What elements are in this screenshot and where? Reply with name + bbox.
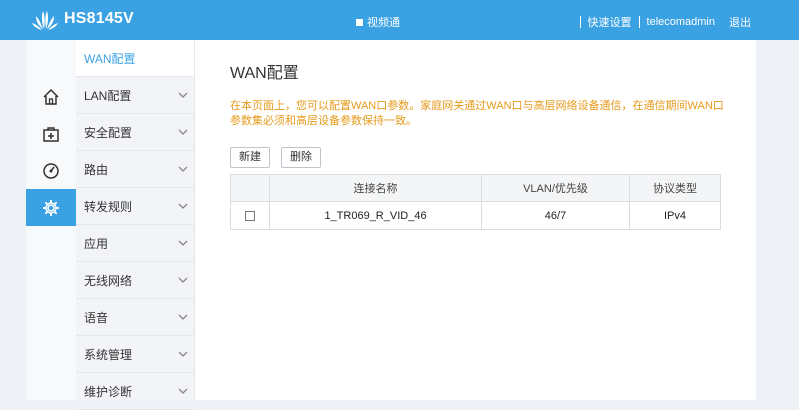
- header-links: 快速设置 telecomadmin 退出: [573, 14, 751, 30]
- nav-diagnose[interactable]: [26, 115, 76, 152]
- first-aid-icon: [43, 126, 59, 142]
- page-title: WAN配置: [230, 65, 299, 82]
- sidebar-item-label: 安全配置: [84, 125, 133, 140]
- select-all-header: [230, 174, 270, 202]
- new-button[interactable]: 新建: [230, 147, 270, 168]
- page-frame: WAN配置 LAN配置 安全配置 路由 转发规则 应用 无线网络 语音 系统管理…: [26, 40, 756, 410]
- row-checkbox[interactable]: [245, 210, 255, 221]
- sidebar-item-label: 转发规则: [84, 199, 133, 214]
- chevron-down-icon: [178, 351, 188, 357]
- nav-advanced-config[interactable]: [26, 189, 84, 226]
- connection-name-cell[interactable]: 1_TR069_R_VID_46: [269, 201, 482, 230]
- protocol-type-cell: IPv4: [629, 201, 721, 230]
- chevron-down-icon: [178, 92, 188, 98]
- chevron-down-icon: [178, 166, 188, 172]
- chevron-down-icon: [178, 388, 188, 394]
- sidebar-item-label: LAN配置: [84, 88, 132, 103]
- gauge-icon: [43, 162, 59, 179]
- sidebar-item-route[interactable]: 路由: [76, 151, 194, 188]
- sidebar-item-label: 维护诊断: [84, 384, 133, 399]
- sidebar-item-label: WAN配置: [84, 51, 136, 66]
- huawei-logo-icon: [32, 11, 58, 30]
- sidebar-item-lan[interactable]: LAN配置: [76, 77, 194, 114]
- sidebar-item-forward-rules[interactable]: 转发规则: [76, 188, 194, 225]
- sidebar-item-label: 语音: [84, 310, 109, 325]
- icon-nav-column: [26, 40, 84, 400]
- device-model-title: HS8145V: [64, 10, 134, 27]
- sidebar-item-wireless[interactable]: 无线网络: [76, 262, 194, 299]
- sidebar-item-system[interactable]: 系统管理: [76, 336, 194, 373]
- delete-button[interactable]: 删除: [281, 147, 321, 168]
- gear-icon: [43, 199, 59, 216]
- chevron-down-icon: [178, 203, 188, 209]
- divider: [638, 16, 640, 28]
- vlan-priority-cell: 46/7: [481, 201, 630, 230]
- square-icon: [356, 19, 363, 26]
- username-label: telecomadmin: [646, 16, 715, 28]
- video-link-label: 视频通: [367, 17, 400, 29]
- sidebar-item-label: 路由: [84, 162, 109, 177]
- column-header-vlan: VLAN/优先级: [481, 174, 630, 202]
- quick-setup-link[interactable]: 快速设置: [588, 14, 632, 30]
- main-content: WAN配置 在本页面上，您可以配置WAN口参数。家庭网关通过WAN口与高层网络设…: [194, 40, 756, 400]
- logout-link[interactable]: 退出: [729, 14, 751, 30]
- divider: [579, 16, 581, 28]
- column-header-protocol: 协议类型: [629, 174, 721, 202]
- sidebar-item-voice[interactable]: 语音: [76, 299, 194, 336]
- sidebar-item-maintenance[interactable]: 维护诊断: [76, 373, 194, 410]
- video-link[interactable]: 视频通: [356, 14, 400, 30]
- sidebar-item-wan[interactable]: WAN配置: [76, 40, 194, 77]
- column-header-name: 连接名称: [269, 174, 482, 202]
- table-row[interactable]: 1_TR069_R_VID_46 46/7 IPv4: [230, 201, 721, 230]
- chevron-down-icon: [178, 314, 188, 320]
- chevron-down-icon: [178, 240, 188, 246]
- sidebar-item-security[interactable]: 安全配置: [76, 114, 194, 151]
- nav-status[interactable]: [26, 152, 76, 189]
- row-select-cell[interactable]: [230, 201, 270, 230]
- chevron-down-icon: [178, 129, 188, 135]
- nav-home[interactable]: [26, 78, 76, 115]
- sidebar-item-label: 系统管理: [84, 347, 133, 362]
- chevron-down-icon: [178, 277, 188, 283]
- wan-table: 连接名称 VLAN/优先级 协议类型 1_TR069_R_VID_46 46/7…: [230, 174, 721, 230]
- sidebar-item-application[interactable]: 应用: [76, 225, 194, 262]
- sidebar-item-label: 无线网络: [84, 273, 133, 288]
- table-header-row: 连接名称 VLAN/优先级 协议类型: [230, 174, 721, 202]
- home-icon: [43, 88, 59, 105]
- sidebar-menu: WAN配置 LAN配置 安全配置 路由 转发规则 应用 无线网络 语音 系统管理…: [76, 40, 195, 410]
- page-description: 在本页面上，您可以配置WAN口参数。家庭网关通过WAN口与高层网络设备通信，在通…: [230, 100, 724, 127]
- top-header-bar: HS8145V 视频通 快速设置 telecomadmin 退出: [0, 0, 799, 40]
- sidebar-item-label: 应用: [84, 236, 109, 251]
